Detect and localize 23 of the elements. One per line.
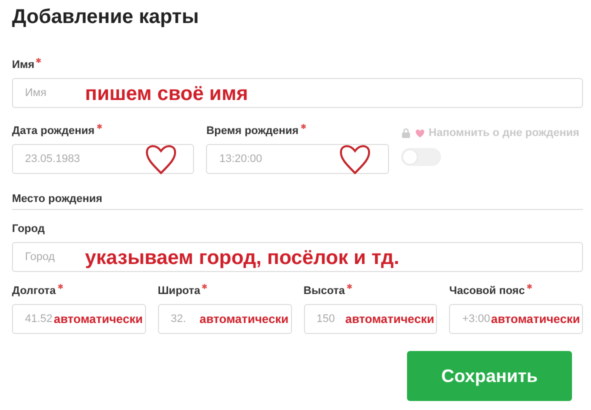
input-field[interactable]: 23.05.1983 [12, 144, 194, 174]
input-field[interactable]: 13:20:00 [206, 144, 389, 174]
annotation-text: указываем город, посёлок и тд. [85, 247, 400, 270]
field-label: Время рождения [206, 125, 299, 137]
annotation-text: автоматически [200, 312, 288, 326]
field-label: Часовой пояс [449, 285, 525, 297]
heart-drawing [338, 142, 372, 176]
heart-icon [414, 128, 425, 138]
field-label: Имя [12, 59, 34, 71]
annotation-text: автоматически [491, 312, 580, 326]
field-label: Широта [158, 285, 200, 297]
field-label: Дата рождения [12, 125, 95, 137]
field-label: Долгота [12, 285, 56, 297]
field-label: Город [12, 223, 45, 235]
lock-icon [400, 128, 411, 138]
section-heading: Место рождения [12, 193, 583, 210]
annotation-text: пишем своё имя [85, 83, 248, 106]
annotation-text: автоматически [345, 312, 434, 326]
annotation-text: автоматически [54, 312, 143, 326]
save-button[interactable]: Сохранить [407, 351, 572, 401]
heart-drawing [144, 142, 178, 176]
page-title: Добавление карты [12, 6, 200, 29]
field-label: Высота [304, 285, 345, 297]
